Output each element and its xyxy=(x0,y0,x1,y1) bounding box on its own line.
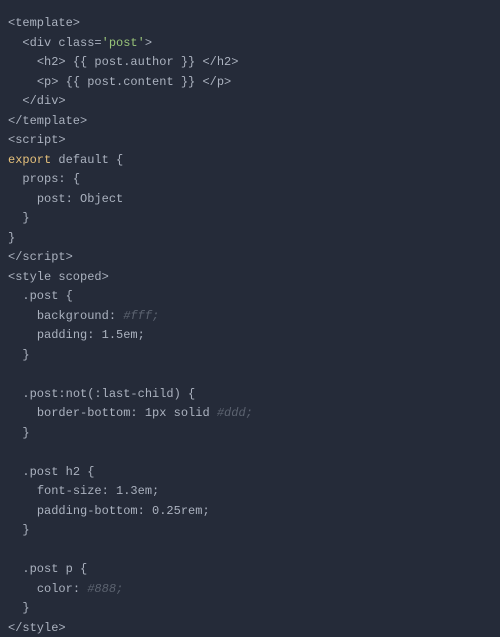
code-line: padding: 1.5em; xyxy=(8,328,145,342)
code-line: padding-bottom: 0.25rem; xyxy=(8,504,210,518)
code-line: <h2> {{ post.author }} </h2> xyxy=(8,55,238,69)
code-line: <style scoped> xyxy=(8,270,109,284)
code-line: color: #888; xyxy=(8,582,123,596)
code-line: post: Object xyxy=(8,192,123,206)
code-line: .post p { xyxy=(8,562,87,576)
code-line: export default { xyxy=(8,153,123,167)
code-line: font-size: 1.3em; xyxy=(8,484,159,498)
code-line: } xyxy=(8,426,30,440)
code-line: props: { xyxy=(8,172,80,186)
code-line: } xyxy=(8,348,30,362)
code-line: } xyxy=(8,601,30,615)
code-line: .post { xyxy=(8,289,73,303)
code-line: } xyxy=(8,523,30,537)
code-line: <script> xyxy=(8,133,66,147)
code-line: </style> xyxy=(8,621,66,635)
code-line: </div> xyxy=(8,94,66,108)
code-line: } xyxy=(8,231,15,245)
code-line: } xyxy=(8,211,30,225)
code-line: background: #fff; xyxy=(8,309,159,323)
code-line: .post h2 { xyxy=(8,465,94,479)
code-line: <template> xyxy=(8,16,80,30)
code-block: <template> <div class='post'> <h2> {{ po… xyxy=(0,0,500,637)
code-line: <p> {{ post.content }} </p> xyxy=(8,75,231,89)
code-line: <div class='post'> xyxy=(8,36,152,50)
code-line: border-bottom: 1px solid #ddd; xyxy=(8,406,253,420)
code-line: </template> xyxy=(8,114,87,128)
code-line: .post:not(:last-child) { xyxy=(8,387,195,401)
code-line: </script> xyxy=(8,250,73,264)
